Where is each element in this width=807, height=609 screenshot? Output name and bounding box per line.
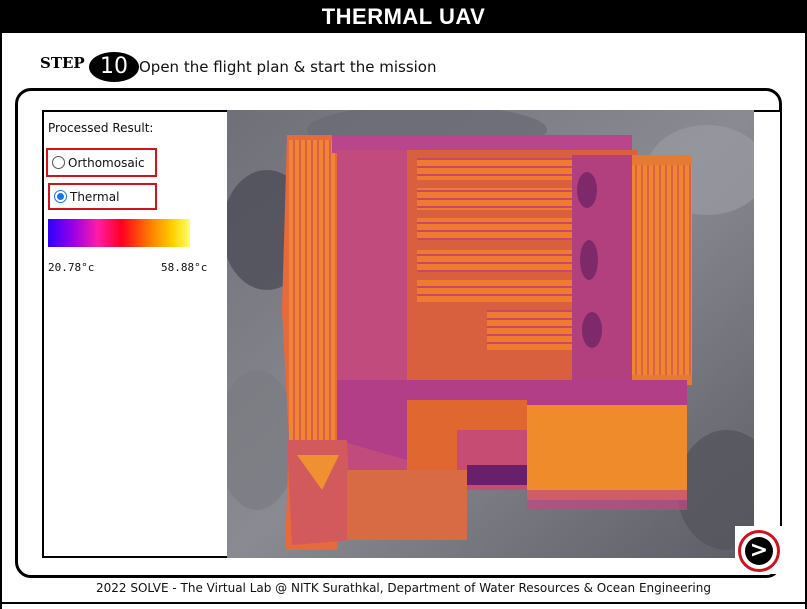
orthomosaic-label: Orthomosaic (68, 155, 145, 170)
step-instruction: Open the flight plan & start the mission (139, 58, 437, 76)
orthomosaic-option[interactable]: Orthomosaic (46, 148, 157, 177)
thermal-map-image (227, 110, 754, 558)
next-button[interactable]: > (735, 526, 783, 574)
scale-min-label: 20.78°c (48, 261, 95, 274)
step-number-badge: 10 (89, 52, 139, 82)
footer-credits: 2022 SOLVE - The Virtual Lab @ NITK Sura… (96, 581, 711, 595)
next-button-ring: > (738, 530, 780, 572)
footer-divider (0, 602, 807, 604)
orthomosaic-radio[interactable] (52, 156, 65, 169)
thermal-map-view[interactable] (227, 110, 754, 558)
app-title: THERMAL UAV (0, 0, 807, 33)
next-arrow-icon: > (745, 537, 773, 565)
scale-max-label: 58.88°c (161, 261, 208, 274)
step-label: STEP (40, 54, 85, 72)
frame-left-border (0, 33, 2, 609)
thermal-label: Thermal (70, 189, 120, 204)
thermal-radio[interactable] (54, 190, 67, 203)
thermal-option[interactable]: Thermal (48, 183, 157, 210)
step-header: STEP 10 Open the flight plan & start the… (40, 52, 740, 84)
processed-result-label: Processed Result: (48, 121, 154, 135)
temperature-color-scale (48, 219, 190, 247)
